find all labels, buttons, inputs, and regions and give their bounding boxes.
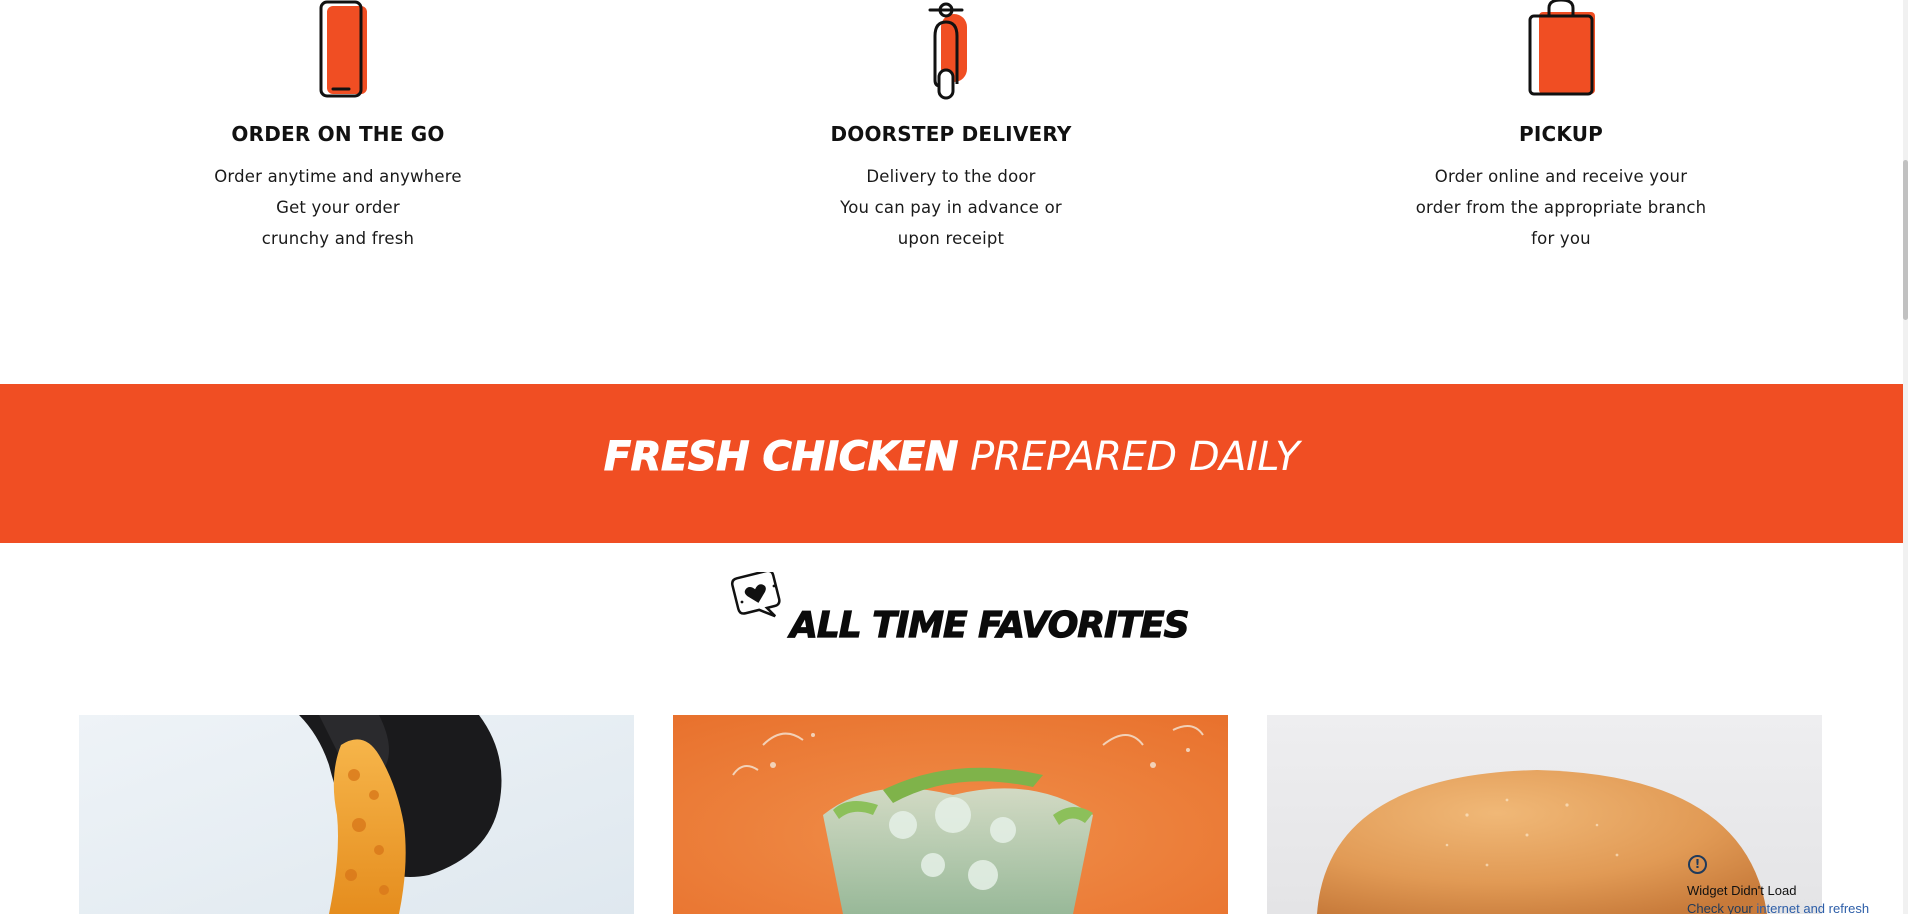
vertical-scrollbar[interactable]	[1903, 0, 1908, 914]
feature-order-on-the-go: ORDER ON THE GO Order anytime and anywhe…	[128, 0, 548, 248]
feature-title: PICKUP	[1518, 122, 1604, 146]
favorites-title: ALL TIME FAVORITES	[789, 604, 1190, 646]
feature-description: Order anytime and anywhere Get your orde…	[128, 161, 548, 254]
warning-icon: !	[1688, 855, 1707, 874]
phone-icon	[319, 0, 367, 98]
fried-chicken-tender-photo	[79, 715, 634, 914]
feature-line: upon receipt	[897, 229, 1005, 248]
widget-error-title: Widget Didn't Load	[1687, 883, 1797, 898]
widget-message-prefix: Check your	[1687, 901, 1757, 914]
feature-description: Delivery to the door You can pay in adva…	[741, 161, 1161, 254]
heart-speech-bubble-icon	[730, 572, 781, 618]
iced-drink-splash-photo	[673, 715, 1228, 914]
widget-error-message: Check your internet and refresh	[1687, 901, 1869, 914]
feature-pickup: PICKUP Order online and receive your ord…	[1351, 0, 1771, 248]
feature-doorstep-delivery: DOORSTEP DELIVERY Delivery to the door Y…	[741, 0, 1161, 248]
widget-error-notice: ! Widget Didn't Load Check your internet…	[1686, 853, 1886, 914]
banner-normal-text: PREPARED DAILY	[970, 434, 1300, 480]
refresh-link[interactable]: internet and refresh	[1756, 901, 1869, 914]
feature-line: crunchy and fresh	[261, 229, 415, 248]
banner-bold-text: FRESH CHICKEN	[603, 434, 959, 481]
fresh-chicken-banner: FRESH CHICKEN PREPARED DAILY	[0, 384, 1903, 543]
feature-line: Delivery to the door	[866, 167, 1036, 186]
shopping-bag-icon	[1528, 0, 1595, 96]
scooter-icon	[928, 2, 967, 100]
banner-title: FRESH CHICKEN PREPARED DAILY	[0, 434, 1903, 481]
feature-title: DOORSTEP DELIVERY	[830, 122, 1072, 146]
scrollbar-thumb[interactable]	[1903, 160, 1908, 320]
feature-line: Order anytime and anywhere	[214, 167, 462, 186]
page: ORDER ON THE GO Order anytime and anywhe…	[0, 0, 1903, 914]
feature-line: Get your order	[276, 198, 400, 217]
favorite-card[interactable]	[79, 715, 634, 914]
feature-line: order from the appropriate branch	[1415, 198, 1707, 217]
feature-title: ORDER ON THE GO	[231, 122, 445, 146]
feature-line: You can pay in advance or	[840, 198, 1062, 217]
favorite-card[interactable]	[673, 715, 1228, 914]
feature-description: Order online and receive your order from…	[1351, 161, 1771, 254]
feature-line: Order online and receive your	[1434, 167, 1688, 186]
feature-line: for you	[1531, 229, 1591, 248]
favorites-heading: ALL TIME FAVORITES	[0, 572, 1903, 652]
